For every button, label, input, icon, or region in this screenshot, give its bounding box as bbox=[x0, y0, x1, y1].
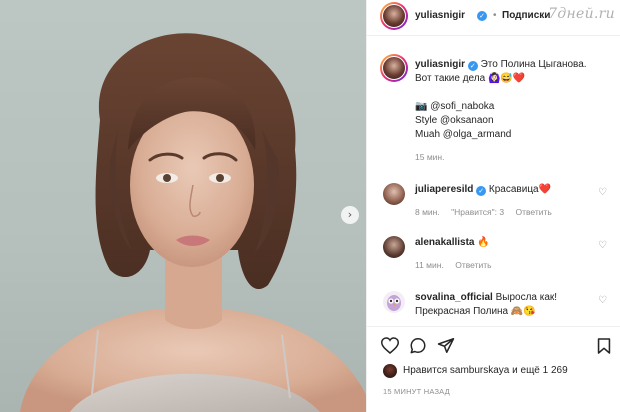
comment-item: sovalina_official Выросла как! Прекрасна… bbox=[383, 291, 619, 325]
commenter-username[interactable]: juliaperesild bbox=[415, 184, 473, 195]
paper-plane-icon[interactable] bbox=[437, 337, 455, 357]
comment-text-line-2: Прекрасная Полина 🙈😘 bbox=[415, 306, 536, 317]
comment-item: juliaperesild ✓ Красавица❤️ 8 мин. "Нрав… bbox=[383, 183, 619, 223]
heart-icon[interactable] bbox=[380, 337, 400, 357]
following-button[interactable]: Подписки bbox=[502, 10, 550, 21]
commenter-avatar[interactable] bbox=[383, 236, 405, 258]
reply-button[interactable]: Ответить bbox=[516, 207, 552, 217]
caption-author[interactable]: yuliasnigir bbox=[415, 59, 465, 70]
comment-text: 🔥 bbox=[477, 237, 490, 248]
owl-avatar-icon[interactable] bbox=[383, 291, 405, 313]
bookmark-icon[interactable] bbox=[597, 337, 611, 358]
author-avatar[interactable] bbox=[380, 2, 408, 30]
caption-line-2: Вот такие дела 🙆🏻‍♀️😅❤️ bbox=[415, 73, 526, 84]
likes-text: Нравится samburskaya и ещё 1 269 bbox=[403, 365, 568, 376]
muah-credit: Muah @olga_armand bbox=[415, 129, 512, 140]
comment-icon[interactable] bbox=[409, 337, 427, 357]
caption-time: 15 мин. bbox=[415, 152, 445, 162]
caption-line-1: Это Полина Цыганова. bbox=[480, 59, 587, 70]
separator-dot: • bbox=[493, 10, 497, 21]
liker-avatar bbox=[383, 364, 397, 378]
comment-item: alenakallista 🔥 11 мин. Ответить ♡ bbox=[383, 236, 619, 276]
chevron-right-icon: › bbox=[347, 208, 353, 221]
post-photo: › bbox=[0, 0, 366, 412]
verified-badge-icon: ✓ bbox=[467, 61, 478, 71]
comment-like-heart-icon[interactable]: ♡ bbox=[598, 295, 607, 306]
post-header: yuliasnigir ✓ • Подписки 7дней.ru bbox=[367, 0, 620, 36]
site-watermark: 7дней.ru bbox=[548, 6, 615, 22]
comment-text: Красавица❤️ bbox=[488, 184, 552, 195]
comment-text: Выросла как! bbox=[495, 292, 558, 303]
commenter-username[interactable]: alenakallista bbox=[415, 237, 474, 248]
post-side-panel: yuliasnigir ✓ • Подписки 7дней.ru yulias… bbox=[366, 0, 620, 412]
commenter-avatar[interactable] bbox=[383, 183, 405, 205]
author-username[interactable]: yuliasnigir bbox=[415, 10, 465, 21]
photo-credit: 📷 @sofi_naboka bbox=[415, 101, 495, 112]
posted-time: 15 МИНУТ НАЗАД bbox=[383, 387, 450, 396]
caption-avatar[interactable] bbox=[380, 54, 408, 82]
commenter-username[interactable]: sovalina_official bbox=[415, 292, 493, 303]
style-credit: Style @oksanaon bbox=[415, 115, 494, 126]
verified-badge-icon: ✓ bbox=[477, 11, 487, 21]
verified-badge-icon: ✓ bbox=[476, 186, 487, 196]
comment-like-heart-icon[interactable]: ♡ bbox=[598, 187, 607, 198]
comment-time: 8 мин. bbox=[415, 207, 440, 217]
next-photo-button[interactable]: › bbox=[341, 206, 359, 224]
portrait-image bbox=[20, 33, 366, 412]
comment-like-heart-icon[interactable]: ♡ bbox=[598, 240, 607, 251]
comment-time: 11 мин. bbox=[415, 260, 444, 270]
post-caption: yuliasnigir ✓ Это Полина Цыганова. Вот т… bbox=[415, 58, 615, 164]
reply-button[interactable]: Ответить bbox=[455, 260, 491, 270]
action-bar bbox=[367, 326, 620, 364]
comment-likes[interactable]: "Нравится": 3 bbox=[451, 207, 504, 217]
